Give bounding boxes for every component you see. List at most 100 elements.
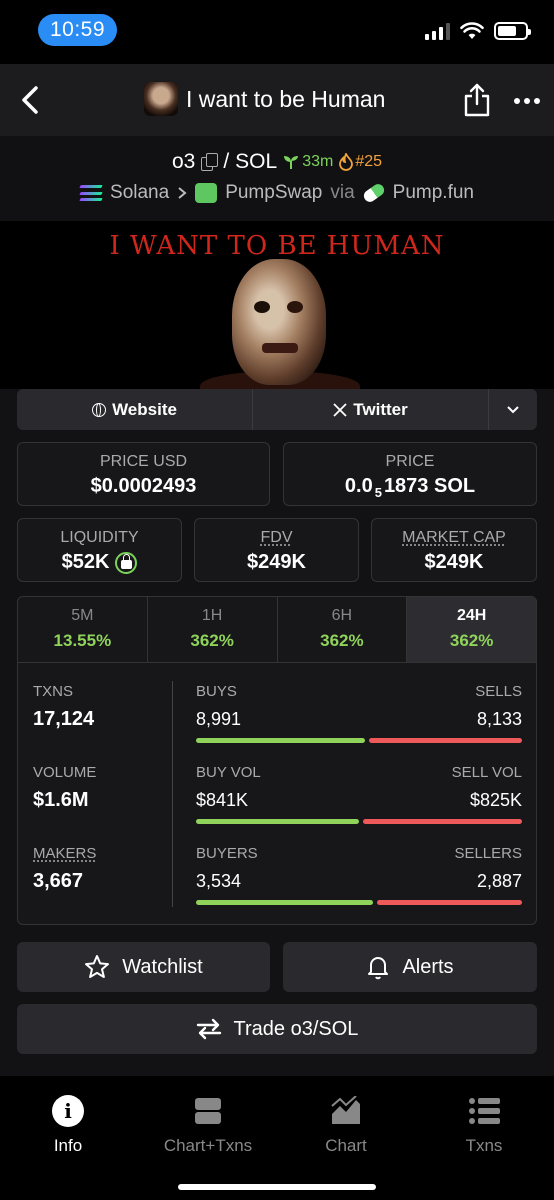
- quote-symbol: SOL: [235, 150, 278, 173]
- txns-ratio-bar: [196, 738, 522, 743]
- volume-value: $1.6M: [33, 789, 89, 811]
- tab-5m[interactable]: 5M 13.55%: [18, 597, 148, 662]
- chevron-right-icon: [178, 187, 187, 199]
- banner-face-image: [232, 259, 326, 385]
- bottom-tab-bar: i Info Chart+Txns Chart Txns: [0, 1076, 554, 1200]
- makers-value: 3,667: [33, 870, 84, 892]
- tab-chart-txns-label: Chart+Txns: [163, 1136, 253, 1155]
- price-usd-value: $0.0002493: [90, 475, 197, 497]
- copy-icon[interactable]: [201, 153, 219, 171]
- tab-chart-txns[interactable]: Chart+Txns: [148, 1094, 268, 1156]
- page-title: I want to be Human: [186, 85, 386, 112]
- trending-rank: #25: [339, 153, 382, 171]
- chart-txns-icon: [195, 1098, 221, 1124]
- market-cap-card: MARKET CAP $249K: [371, 518, 537, 582]
- nav-title-group: I want to be Human: [144, 82, 385, 116]
- liquidity-value-row: $52K: [18, 551, 181, 574]
- liquidity-label: LIQUIDITY: [60, 529, 139, 546]
- txns-row: TXNS 17,124 BUYS SELLS 8,991 8,133: [18, 683, 536, 763]
- buy-vol-value: $841K: [196, 790, 249, 810]
- buys-label: BUYS: [196, 683, 237, 700]
- wifi-icon: [460, 22, 484, 39]
- tab-info-label: Info: [53, 1136, 83, 1155]
- banner-text: I WANT TO BE HUMAN: [109, 231, 445, 261]
- volume-row: VOLUME $1.6M BUY VOL SELL VOL $841K $825…: [18, 764, 536, 844]
- pair-header: o3 / SOL 33m #25 Solana PumpSwap via Pum…: [0, 136, 554, 221]
- chain-line: Solana PumpSwap via Pump.fun: [0, 181, 554, 205]
- pair-age: 33m: [283, 153, 333, 171]
- info-icon: i: [52, 1095, 84, 1127]
- twitter-button[interactable]: Twitter: [253, 389, 489, 430]
- more-options-icon[interactable]: [514, 98, 540, 104]
- fdv-label[interactable]: FDV: [195, 529, 358, 547]
- watchlist-label: Watchlist: [122, 955, 203, 978]
- chevron-down-icon: [507, 405, 519, 413]
- chart-icon: [331, 1096, 360, 1124]
- pair-age-value: 33m: [302, 153, 334, 170]
- buys-value: 8,991: [196, 709, 242, 729]
- trade-button[interactable]: Trade o3/SOL: [17, 1004, 537, 1054]
- price-sol-label: PRICE: [385, 453, 435, 470]
- price-sol-card: PRICE 0.0 5 1873 SOL: [283, 442, 537, 506]
- sellers-value: 2,887: [476, 871, 522, 891]
- status-icons: [425, 22, 531, 40]
- watchlist-button[interactable]: Watchlist: [17, 942, 270, 992]
- battery-icon: [494, 22, 531, 40]
- sell-vol-value: $825K: [469, 790, 522, 810]
- base-symbol: o3: [171, 150, 196, 173]
- tab-6h[interactable]: 6H 362%: [278, 597, 408, 662]
- txns-value: 17,124: [33, 708, 95, 730]
- launchpad-name[interactable]: Pump.fun: [393, 182, 474, 204]
- token-banner: I WANT TO BE HUMAN: [0, 221, 554, 389]
- solana-icon: [79, 185, 103, 201]
- tab-info[interactable]: i Info: [8, 1094, 128, 1156]
- price-sol-value: 0.0 5 1873 SOL: [344, 475, 476, 500]
- makers-ratio-bar: [196, 900, 522, 905]
- pumpswap-icon: [195, 183, 218, 203]
- more-links-dropdown[interactable]: [489, 389, 537, 430]
- home-indicator: [178, 1184, 376, 1190]
- tab-chart[interactable]: Chart: [286, 1094, 406, 1156]
- tab-1h[interactable]: 1H 362%: [148, 597, 278, 662]
- alerts-label: Alerts: [402, 955, 454, 978]
- alerts-button[interactable]: Alerts: [283, 942, 537, 992]
- status-bar: 10:59: [0, 0, 554, 64]
- dex-name[interactable]: PumpSwap: [225, 182, 322, 204]
- globe-icon: [92, 402, 107, 417]
- flame-icon: [339, 153, 354, 171]
- timeframe-tabs: 5M 13.55% 1H 362% 6H 362% 24H 362%: [18, 597, 536, 663]
- social-links: Website Twitter: [17, 389, 537, 430]
- tab-24h[interactable]: 24H 362%: [407, 597, 536, 662]
- token-avatar: [144, 82, 178, 116]
- tab-txns-label: Txns: [465, 1136, 503, 1155]
- stats-panel: 5M 13.55% 1H 362% 6H 362% 24H 362% TXNS …: [17, 596, 537, 925]
- sell-vol-label: SELL VOL: [451, 764, 522, 781]
- website-button[interactable]: Website: [17, 389, 253, 430]
- nav-bar: I want to be Human: [0, 64, 554, 136]
- swap-arrows-icon: [196, 1018, 221, 1040]
- sellers-label: SELLERS: [454, 845, 522, 862]
- list-icon: [469, 1098, 500, 1124]
- share-icon[interactable]: [462, 82, 492, 118]
- market-cap-label[interactable]: MARKET CAP: [372, 529, 536, 547]
- makers-label[interactable]: MAKERS: [33, 845, 96, 862]
- back-icon[interactable]: [16, 84, 44, 116]
- volume-label: VOLUME: [33, 764, 97, 781]
- fdv-value: $249K: [247, 551, 306, 573]
- chain-name[interactable]: Solana: [110, 182, 169, 204]
- txns-label: TXNS: [33, 683, 74, 700]
- liquidity-card: LIQUIDITY $52K: [17, 518, 182, 582]
- tab-txns[interactable]: Txns: [424, 1094, 544, 1156]
- x-logo-icon: [333, 402, 347, 417]
- lock-icon: [115, 551, 138, 574]
- volume-ratio-bar: [196, 819, 522, 824]
- star-icon: [85, 955, 110, 978]
- trending-rank-value: #25: [355, 153, 383, 170]
- price-usd-label: PRICE USD: [99, 453, 188, 470]
- liquidity-value: $52K: [61, 551, 110, 573]
- pair-separator: /: [223, 150, 230, 173]
- price-usd-card: PRICE USD $0.0002493: [17, 442, 270, 506]
- tab-chart-label: Chart: [325, 1136, 367, 1155]
- twitter-label: Twitter: [353, 399, 408, 419]
- sprout-icon: [284, 156, 299, 169]
